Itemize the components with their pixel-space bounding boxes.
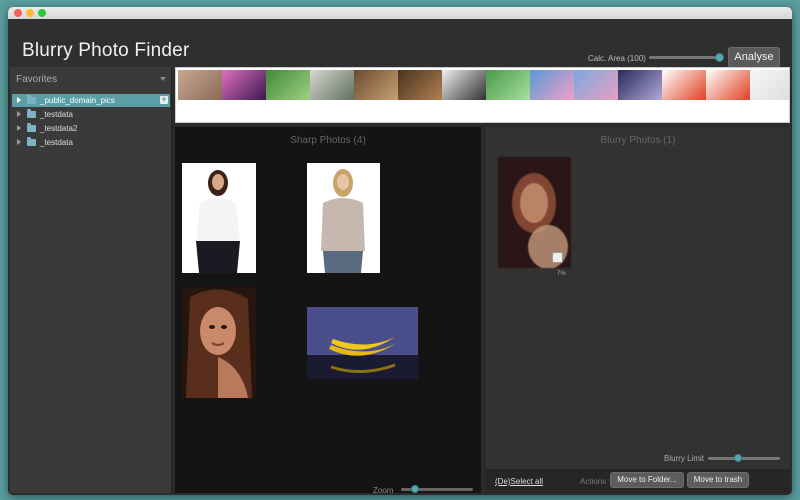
app-window: Blurry Photo Finder Calc. Area (100) Ana… (8, 7, 792, 495)
filmstrip-thumbnail[interactable] (354, 70, 398, 100)
maximize-window-button[interactable] (38, 9, 46, 17)
blurry-limit-label: Blurry Limit (664, 454, 705, 463)
filmstrip-thumbnail[interactable] (574, 70, 618, 100)
photo-select-checkbox[interactable] (552, 252, 563, 263)
zoom-label: Zoom (373, 486, 394, 495)
sharp-photos-title: Sharp Photos (4) (290, 135, 366, 146)
sharp-photo-thumbnail[interactable] (307, 163, 380, 273)
zoom-slider-thumb[interactable] (411, 485, 419, 493)
filmstrip-thumbnail[interactable] (486, 70, 530, 100)
blurry-limit-slider-track[interactable] (708, 457, 780, 460)
filmstrip-thumbnail[interactable] (618, 70, 662, 100)
woman-portrait-image (182, 163, 256, 273)
blurry-photos-panel: Blurry Photos (1) 7% Blurry Limit (486, 127, 790, 493)
woman-sweater-image (307, 163, 380, 273)
blur-percent-label: 7% (557, 271, 566, 277)
blurry-limit-slider-thumb[interactable] (734, 454, 742, 462)
sidebar-item-public-domain-pics[interactable]: _public_domain_pics + (12, 94, 170, 107)
move-to-folder-button[interactable]: Move to Folder... (610, 472, 684, 488)
woman-closeup-image (182, 287, 256, 398)
folder-icon (27, 109, 36, 118)
actions-label: Actions (580, 477, 607, 486)
folder-icon (27, 137, 36, 146)
filmstrip-thumbnail[interactable] (442, 70, 486, 100)
move-to-trash-button[interactable]: Move to trash (687, 472, 749, 488)
calc-area-slider-track[interactable] (649, 56, 721, 59)
filmstrip-thumbnail[interactable] (706, 70, 750, 100)
sidebar-item-testdata[interactable]: _testdata (12, 108, 170, 121)
title-bar (8, 7, 792, 19)
filmstrip (175, 67, 790, 123)
close-window-button[interactable] (14, 9, 22, 17)
sharp-photo-thumbnail[interactable] (182, 163, 256, 273)
folder-icon (27, 123, 36, 132)
disclosure-triangle-icon[interactable] (17, 111, 21, 117)
filmstrip-thumbnail[interactable] (178, 70, 222, 100)
filmstrip-thumbnail[interactable] (310, 70, 354, 100)
deselect-all-link[interactable]: (De)Select all (495, 477, 543, 486)
filmstrip-thumbnail[interactable] (266, 70, 310, 100)
app-title: Blurry Photo Finder (22, 40, 190, 61)
filmstrip-thumbnails (178, 70, 789, 100)
filmstrip-thumbnail[interactable] (222, 70, 266, 100)
sidebar-item-label: _testdata (40, 138, 73, 147)
action-bar: (De)Select all Actions Move to Folder...… (486, 469, 790, 493)
disclosure-triangle-icon[interactable] (17, 97, 21, 103)
sidebar-item-label: _public_domain_pics (40, 96, 115, 105)
calc-area-label: Calc. Area (100) (588, 54, 646, 63)
calc-area-slider-thumb[interactable] (715, 53, 724, 62)
sharp-photos-panel: Sharp Photos (4) Zoom (175, 127, 481, 495)
sidebar-item-testdata-second[interactable]: _testdata (12, 136, 170, 149)
blurry-photos-title: Blurry Photos (1) (600, 135, 676, 146)
add-folder-button[interactable]: + (160, 95, 168, 104)
filmstrip-thumbnail[interactable] (750, 70, 789, 100)
filmstrip-thumbnail[interactable] (530, 70, 574, 100)
favorites-sidebar: Favorites _public_domain_pics + _testdat… (10, 67, 172, 493)
app-header: Blurry Photo Finder Calc. Area (100) Ana… (8, 19, 792, 72)
disclosure-triangle-icon[interactable] (17, 139, 21, 145)
minimize-window-button[interactable] (26, 9, 34, 17)
analyse-button[interactable]: Analyse (728, 47, 780, 68)
sidebar-item-testdata2[interactable]: _testdata2 (12, 122, 170, 135)
filmstrip-thumbnail[interactable] (662, 70, 706, 100)
sidebar-item-label: _testdata (40, 110, 73, 119)
sidebar-item-label: _testdata2 (40, 124, 78, 133)
bananas-image (307, 307, 418, 379)
chevron-down-icon[interactable] (160, 77, 166, 81)
filmstrip-thumbnail[interactable] (398, 70, 442, 100)
folder-icon (27, 95, 36, 104)
disclosure-triangle-icon[interactable] (17, 125, 21, 131)
sharp-photo-thumbnail[interactable] (182, 287, 256, 398)
favorites-header: Favorites (16, 74, 58, 85)
sharp-photo-thumbnail[interactable] (307, 307, 418, 379)
